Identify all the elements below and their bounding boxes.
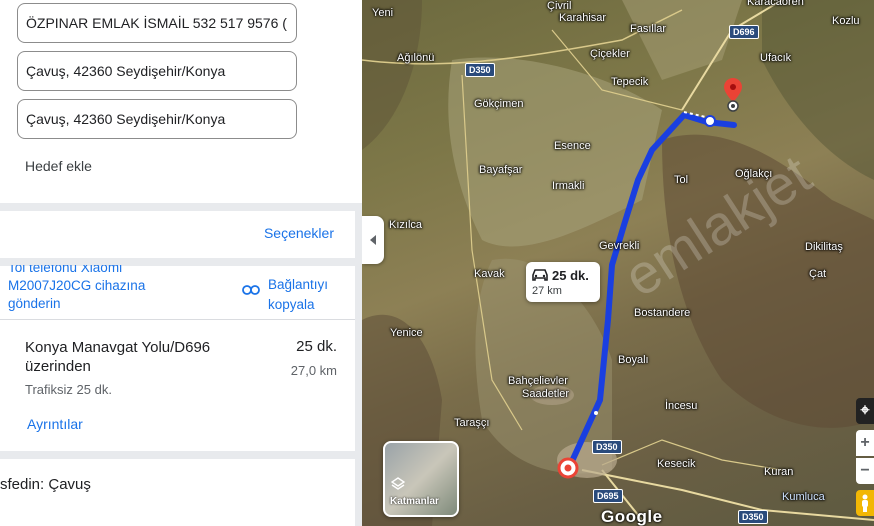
- place-label: Kesecik: [657, 458, 696, 470]
- send-to-phone-line: gönderin: [8, 296, 61, 311]
- origin-field[interactable]: ÖZPINAR EMLAK İSMAİL 532 517 9576 (: [17, 3, 297, 43]
- divider: [0, 203, 362, 211]
- place-label: Çiçekler: [590, 48, 630, 60]
- panel-scrollbar[interactable]: [355, 205, 362, 526]
- stop-field[interactable]: Çavuş, 42360 Seydişehir/Konya: [17, 51, 297, 91]
- pegman-icon: [862, 494, 868, 512]
- place-label: Yenice: [390, 327, 423, 339]
- send-to-phone-line: M2007J20CG cihazına: [8, 278, 146, 293]
- place-label: Gevrekli: [599, 240, 640, 252]
- plus-icon: +: [860, 434, 870, 451]
- callout-distance: 27 km: [532, 285, 562, 297]
- place-label: Irmakli: [552, 180, 585, 192]
- place-label: Kozlu: [832, 15, 860, 27]
- layers-label: Katmanlar: [390, 496, 439, 507]
- route-time: 25 dk.: [296, 338, 337, 355]
- road-shield: D350: [465, 63, 495, 77]
- road-shield: D695: [593, 489, 623, 503]
- car-icon: [532, 269, 548, 281]
- layers-icon: [391, 477, 405, 490]
- layers-button[interactable]: Katmanlar: [383, 441, 459, 517]
- road-shield: D696: [729, 25, 759, 39]
- route-callout[interactable]: 25 dk. 27 km: [526, 262, 600, 302]
- place-label: Bayafşar: [479, 164, 523, 176]
- map-view[interactable]: Yeni Çivril Karahisar Fasıllar Ağılönü Ç…: [362, 0, 874, 526]
- place-label: Çivril: [547, 0, 572, 12]
- copy-link-button[interactable]: Bağlantıyı kopyala: [242, 275, 328, 315]
- minus-icon: −: [860, 462, 870, 479]
- route-distance: 27,0 km: [290, 363, 337, 378]
- zoom-out-button[interactable]: −: [856, 458, 874, 484]
- place-label: Kumluca: [782, 491, 825, 503]
- place-label: Taraşçı: [454, 417, 490, 429]
- callout-time: 25 dk.: [552, 268, 589, 283]
- zoom-in-button[interactable]: +: [856, 430, 874, 456]
- options-button[interactable]: Seçenekler: [264, 225, 334, 241]
- route-via-label: sfedin: Çavuş: [0, 476, 91, 493]
- directions-panel: ÖZPINAR EMLAK İSMAİL 532 517 9576 ( Çavu…: [0, 0, 362, 526]
- place-label: Kızılca: [389, 219, 423, 231]
- road-shield: D350: [592, 440, 622, 454]
- location-target-icon: ⌖: [860, 402, 870, 419]
- chevron-left-icon: [370, 235, 376, 245]
- place-label: Tol: [674, 174, 689, 186]
- place-label: Kavak: [474, 268, 505, 280]
- details-button[interactable]: Ayrıntılar: [27, 416, 83, 432]
- place-label: Karahisar: [559, 12, 607, 24]
- google-logo: Google: [601, 507, 663, 526]
- street-view-button[interactable]: [856, 490, 874, 516]
- place-label: İncesu: [665, 400, 698, 412]
- destination-field[interactable]: Çavuş, 42360 Seydişehir/Konya: [17, 99, 297, 139]
- place-label: Kuran: [764, 466, 794, 478]
- place-label: Dikilitaş: [805, 241, 843, 253]
- send-to-phone-link[interactable]: Tol telefonu Xiaomi M2007J20CG cihazına …: [8, 265, 233, 313]
- collapse-panel-button[interactable]: [362, 216, 384, 264]
- divider: [0, 319, 355, 320]
- place-label: Esence: [554, 140, 591, 152]
- place-label: Gökçimen: [474, 98, 524, 110]
- route-name[interactable]: Konya Manavgat Yolu/D696 üzerinden: [25, 338, 245, 376]
- place-label: Fasıllar: [630, 23, 667, 35]
- send-to-phone-line: Tol telefonu Xiaomi: [8, 265, 123, 275]
- place-label: Saadetler: [522, 388, 570, 400]
- place-label: Yeni: [372, 7, 394, 19]
- copy-link-label: Bağlantıyı: [268, 277, 329, 292]
- place-label: Oğlakçı: [735, 168, 773, 180]
- place-label: Ağılönü: [397, 52, 435, 64]
- destination-pin-icon[interactable]: [724, 78, 742, 112]
- road-shield: D350: [738, 510, 768, 524]
- place-label: Tepecik: [611, 76, 649, 88]
- divider: [0, 451, 362, 459]
- place-label: Boyalı: [618, 354, 649, 366]
- my-location-button[interactable]: ⌖: [856, 398, 874, 424]
- place-label: Bostandere: [634, 307, 691, 319]
- place-label: Karacaören: [747, 0, 804, 8]
- place-label: Bahçelievler: [508, 375, 568, 387]
- add-destination-button[interactable]: Hedef ekle: [25, 158, 92, 174]
- place-label: Ufacık: [760, 52, 792, 64]
- place-label: Çat: [809, 268, 827, 280]
- copy-link-label: kopyala: [268, 297, 315, 312]
- link-icon: [242, 285, 260, 295]
- route-traffic-note: Trafiksiz 25 dk.: [25, 382, 112, 397]
